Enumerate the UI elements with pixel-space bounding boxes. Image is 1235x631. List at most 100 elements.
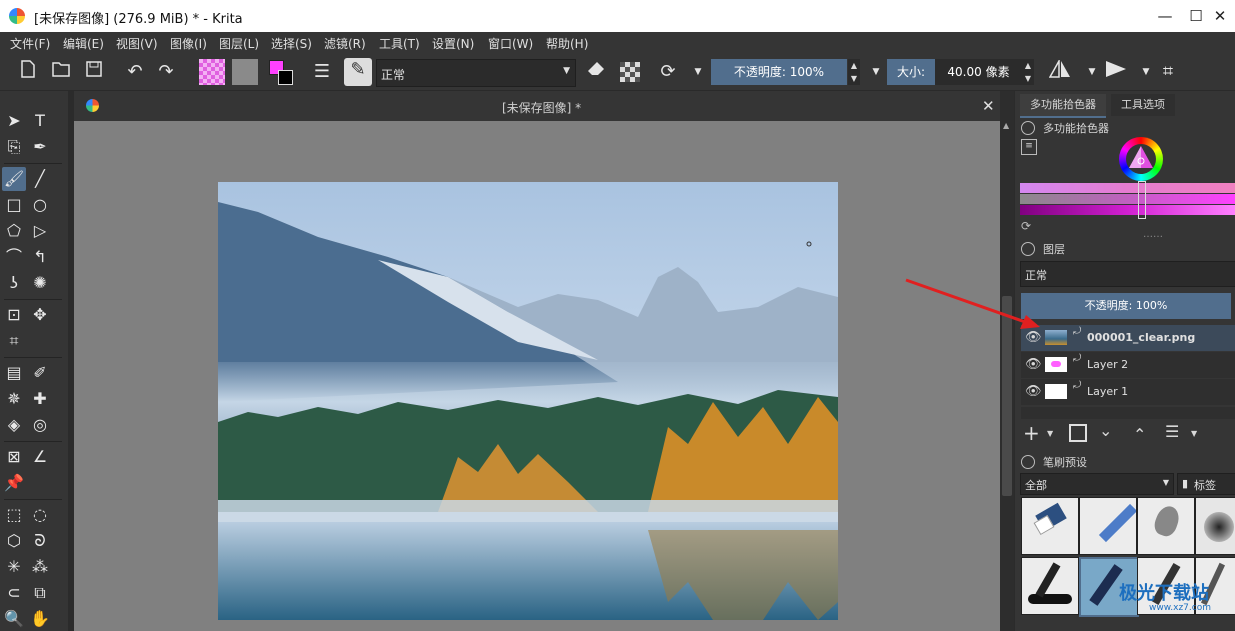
ellipse-tool-icon[interactable]: ○ — [28, 193, 52, 217]
size-field[interactable]: 40.00 像素 — [935, 59, 1022, 85]
dynamic-brush-icon[interactable]: ʖ — [2, 271, 26, 295]
select-shapes-icon[interactable]: ➤ — [2, 109, 26, 133]
lock-icon[interactable] — [1021, 121, 1035, 135]
visibility-eye-icon[interactable]: 👁 — [1025, 357, 1042, 372]
chevron-down-icon[interactable]: ▼ — [686, 60, 710, 84]
close-button[interactable]: ✕ — [1205, 4, 1235, 28]
layer-blend-select[interactable]: 正常 — [1020, 261, 1235, 287]
rectangle-tool-icon[interactable]: □ — [2, 193, 26, 217]
crop-wrap-icon[interactable]: ⌗ — [1156, 60, 1180, 84]
polygon-tool-icon[interactable]: ⬠ — [2, 219, 26, 243]
contiguous-select-icon[interactable]: ✳ — [2, 555, 26, 579]
mirror-horizontal-icon[interactable] — [1048, 58, 1072, 84]
patch-tool-icon[interactable]: ✚ — [28, 387, 52, 411]
tag-button[interactable]: ▮ 标签 — [1177, 473, 1235, 495]
duplicate-layer-icon[interactable] — [1069, 424, 1087, 442]
menu-layer[interactable]: 图层(L) — [219, 35, 259, 52]
menu-edit[interactable]: 编辑(E) — [63, 35, 104, 52]
mirror-vertical-icon[interactable] — [1104, 60, 1128, 84]
layer-row[interactable]: 👁 ⤾ Layer 2 — [1021, 352, 1235, 378]
magnetic-select-icon[interactable]: ⧉ — [28, 581, 52, 605]
chevron-down-icon[interactable]: ▼ — [1080, 60, 1104, 84]
brush-tool-icon[interactable]: 🖌 — [2, 167, 26, 191]
add-layer-icon[interactable]: + — [1023, 421, 1040, 445]
brush-preset-icon[interactable]: ✎ — [344, 58, 372, 86]
chevron-down-icon[interactable]: ▼ — [864, 60, 888, 84]
edit-shapes-icon[interactable]: ⎘ — [2, 135, 26, 159]
menu-help[interactable]: 帮助(H) — [546, 35, 588, 52]
line-tool-icon[interactable]: ╱ — [28, 167, 52, 191]
brush-preset-eraser[interactable] — [1021, 497, 1079, 555]
brush-filter-select[interactable]: 全部 ▼ — [1020, 473, 1174, 495]
reference-pin-icon[interactable]: 📌 — [2, 471, 26, 495]
canvas-area[interactable]: [未保存图像] * ✕ — [74, 91, 1000, 631]
bezier-select-icon[interactable]: ⊂ — [2, 581, 26, 605]
lock-icon[interactable] — [1021, 242, 1035, 256]
layer-properties-icon[interactable]: ☰ — [1165, 422, 1179, 441]
undo-icon[interactable]: ↶ — [123, 60, 147, 84]
redo-icon[interactable]: ↷ — [154, 60, 178, 84]
bezier-tool-icon[interactable]: ⌒ — [2, 245, 26, 269]
color-wheel[interactable] — [1119, 137, 1163, 181]
menu-settings[interactable]: 设置(N) — [432, 35, 474, 52]
chevron-down-icon[interactable]: ▼ — [1047, 429, 1053, 438]
measure-tool-icon[interactable]: ∠ — [28, 445, 52, 469]
menu-window[interactable]: 窗口(W) — [488, 35, 533, 52]
freehand-path-icon[interactable]: ↰ — [28, 245, 52, 269]
brush-preset-ink[interactable] — [1021, 557, 1079, 615]
chevron-down-icon[interactable]: ▼ — [1134, 60, 1158, 84]
fill-gradient-icon[interactable] — [199, 59, 225, 85]
brush-settings-icon[interactable]: ☰ — [310, 60, 334, 84]
dock-grip[interactable]: …… — [1143, 229, 1163, 240]
multibrush-icon[interactable]: ✺ — [28, 271, 52, 295]
opacity-slider[interactable]: 不透明度: 100% — [711, 59, 847, 85]
pan-tool-icon[interactable]: ✋ — [28, 607, 52, 631]
assistant-tool-icon[interactable]: ⊠ — [2, 445, 26, 469]
chevron-down-icon[interactable]: ▼ — [1191, 429, 1197, 438]
eraser-icon[interactable] — [584, 60, 608, 84]
fg-bg-color-icon[interactable] — [268, 60, 293, 85]
minimize-button[interactable]: — — [1150, 4, 1180, 28]
move-tool-icon[interactable]: ✥ — [28, 303, 52, 327]
brush-preset-pencil[interactable] — [1079, 497, 1137, 555]
size-slider[interactable]: 大小: — [887, 59, 935, 85]
new-document-icon[interactable] — [16, 60, 40, 84]
menu-filter[interactable]: 滤镜(R) — [324, 35, 366, 52]
color-cursor[interactable] — [1138, 181, 1146, 219]
reload-preset-icon[interactable]: ⟳ — [656, 60, 680, 84]
menu-view[interactable]: 视图(V) — [116, 35, 158, 52]
color-picker-icon[interactable]: ✐ — [28, 361, 52, 385]
ellipse-select-icon[interactable]: ◌ — [28, 503, 52, 527]
fill-tool-icon[interactable]: ◈ — [2, 413, 26, 437]
polygon-select-icon[interactable]: ⬡ — [2, 529, 26, 553]
vertical-scrollbar[interactable]: ▲ — [1000, 91, 1014, 631]
color-bar-hue[interactable] — [1020, 183, 1235, 193]
menu-select[interactable]: 选择(S) — [271, 35, 312, 52]
color-bar-saturation[interactable] — [1020, 194, 1235, 204]
refresh-icon[interactable]: ⟳ — [1021, 219, 1031, 233]
canvas-tab[interactable]: [未保存图像] * ✕ — [74, 91, 1000, 121]
scroll-up-icon[interactable]: ▲ — [1003, 121, 1009, 130]
transform-tool-icon[interactable]: ⊡ — [2, 303, 26, 327]
layer-row[interactable]: 👁 ⤾ 000001_clear.png — [1021, 325, 1235, 351]
move-layer-down-icon[interactable]: ⌄ — [1099, 421, 1112, 440]
menu-tools[interactable]: 工具(T) — [379, 35, 420, 52]
text-tool-icon[interactable]: T — [28, 109, 52, 133]
crop-tool-icon[interactable]: ⌗ — [2, 329, 26, 353]
gradient-tool-icon[interactable]: ▤ — [2, 361, 26, 385]
save-icon[interactable] — [82, 60, 106, 84]
open-folder-icon[interactable] — [49, 60, 73, 84]
menu-image[interactable]: 图像(I) — [170, 35, 207, 52]
close-document-icon[interactable]: ✕ — [982, 97, 995, 115]
blend-mode-select[interactable]: 正常 ▼ — [376, 59, 576, 87]
rect-select-icon[interactable]: ⬚ — [2, 503, 26, 527]
brush-preset-airbrush[interactable] — [1195, 497, 1235, 555]
freehand-select-icon[interactable]: ᘐ — [28, 529, 52, 553]
calligraphy-icon[interactable]: ✒ — [28, 135, 52, 159]
size-stepper[interactable]: ▲ ▼ — [1022, 59, 1034, 85]
opacity-stepper[interactable]: ▲ ▼ — [848, 59, 860, 85]
color-settings-icon[interactable]: ≡ — [1021, 139, 1037, 155]
tab-tool-options[interactable]: 工具选项 — [1111, 94, 1175, 116]
menu-file[interactable]: 文件(F) — [10, 35, 50, 52]
move-layer-up-icon[interactable]: ⌃ — [1133, 425, 1146, 444]
